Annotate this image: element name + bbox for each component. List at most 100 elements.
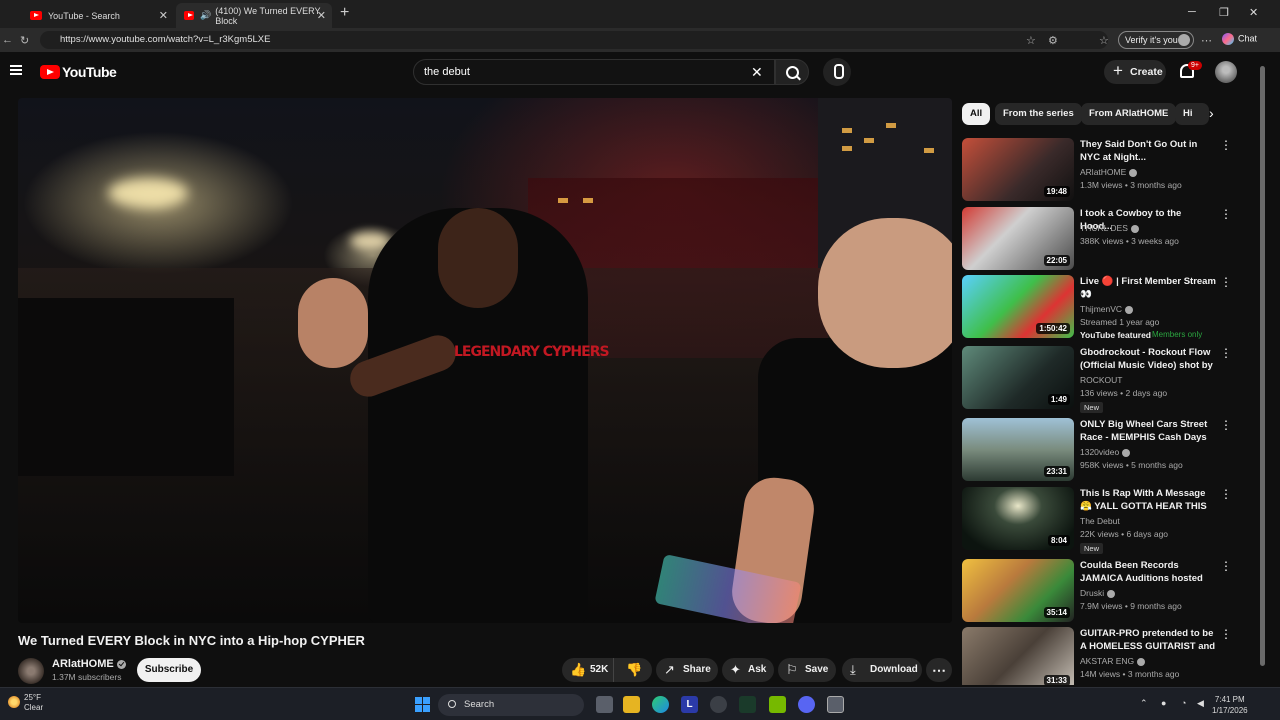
save-button[interactable]: ⚐ Save	[778, 658, 836, 682]
task-view-icon[interactable]	[596, 696, 613, 713]
recommendation-item[interactable]: 35:14 Coulda Been Records JAMAICA Auditi…	[962, 559, 1242, 627]
recommendation-item[interactable]: 1:50:42 Live 🔴 | First Member Stream 👀 T…	[962, 275, 1242, 343]
chevron-right-icon[interactable]: ›	[1209, 105, 1214, 121]
recommendation-title[interactable]: GUITAR-PRO pretended to be A HOMELESS GU…	[1080, 627, 1216, 653]
youtube-logo-icon[interactable]	[40, 65, 60, 79]
download-button[interactable]: ⤓ Download	[842, 658, 922, 682]
minimize-icon[interactable]: ─	[1188, 6, 1196, 18]
discord-icon[interactable]	[798, 696, 815, 713]
recommendation-item[interactable]: 23:31 ONLY Big Wheel Cars Street Race - …	[962, 418, 1242, 486]
new-tab-icon[interactable]: +	[340, 4, 349, 22]
recommendation-title[interactable]: This Is Rap With A Message 😤 YALL GOTTA …	[1080, 487, 1216, 513]
close-tab-icon[interactable]: ✕	[317, 9, 326, 22]
recommendation-channel[interactable]: The Debut	[1080, 516, 1120, 526]
weather-widget[interactable]: 25°F Clear	[8, 693, 43, 713]
share-button[interactable]: ↗ Share	[656, 658, 718, 682]
browser-tab-video[interactable]: 🔊 (4100) We Turned EVERY Block ✕	[176, 3, 332, 28]
terminal-icon[interactable]	[739, 696, 756, 713]
channel-name[interactable]: ARlatHOME	[52, 658, 126, 670]
search-button[interactable]	[775, 59, 809, 85]
channel-text[interactable]: AKSTAR ENG	[1080, 656, 1134, 666]
volume-icon[interactable]: ◀	[1197, 698, 1204, 709]
extensions-icon[interactable]: ⚙	[1048, 34, 1058, 47]
more-options-icon[interactable]: ⋮	[1220, 487, 1232, 501]
windows-start-icon[interactable]	[415, 697, 430, 712]
video-thumbnail[interactable]: 23:31	[962, 418, 1074, 481]
video-thumbnail[interactable]: 8:04	[962, 487, 1074, 550]
taskbar-search[interactable]: Search	[438, 694, 584, 716]
more-options-icon[interactable]: ⋮	[1220, 207, 1232, 221]
recommendation-title[interactable]: Live 🔴 | First Member Stream 👀	[1080, 275, 1216, 301]
recommendation-item[interactable]: 8:04 This Is Rap With A Message 😤 YALL G…	[962, 487, 1242, 555]
chip-from-channel[interactable]: From ARlatHOME	[1081, 103, 1177, 125]
recommendation-title[interactable]: ONLY Big Wheel Cars Street Race - MEMPHI…	[1080, 418, 1216, 444]
channel-avatar[interactable]	[18, 658, 44, 684]
browser-tab-youtube-search[interactable]: YouTube - Search ✕	[22, 3, 174, 28]
show-hidden-icons-icon[interactable]: ⌃	[1140, 698, 1148, 709]
video-thumbnail[interactable]: 31:33	[962, 627, 1074, 685]
favorite-star-icon[interactable]: ☆	[1026, 34, 1036, 47]
search-input[interactable]: the debut	[413, 59, 775, 85]
close-window-icon[interactable]: ✕	[1249, 6, 1258, 19]
like-button[interactable]: 👍 52K	[562, 658, 614, 682]
recommendation-item[interactable]: 1:49 Gbodrockout - Rockout Flow (Officia…	[962, 346, 1242, 414]
subscribe-button[interactable]: Subscribe	[137, 658, 201, 682]
wifi-icon[interactable]: ◔	[1181, 698, 1186, 708]
audio-playing-icon[interactable]: 🔊	[200, 10, 211, 21]
microphone-tray-icon[interactable]: ●	[1161, 698, 1166, 708]
video-thumbnail[interactable]: 1:49	[962, 346, 1074, 409]
clear-search-icon[interactable]: ✕	[751, 64, 763, 81]
app-l-icon[interactable]: L	[681, 696, 698, 713]
file-explorer-icon[interactable]	[623, 696, 640, 713]
more-options-icon[interactable]: ⋮	[1220, 346, 1232, 360]
video-thumbnail[interactable]: 22:05	[962, 207, 1074, 270]
video-thumbnail[interactable]: 1:50:42	[962, 275, 1074, 338]
edge-browser-icon[interactable]	[652, 696, 669, 713]
recommendation-item[interactable]: 19:48 They Said Don't Go Out in NYC at N…	[962, 138, 1242, 206]
create-button[interactable]: Create	[1104, 59, 1166, 84]
more-options-icon[interactable]: ⋯	[1201, 34, 1212, 47]
recommendation-title[interactable]: Gbodrockout - Rockout Flow (Official Mus…	[1080, 346, 1216, 372]
copilot-chat-button[interactable]: Chat	[1222, 33, 1257, 45]
recommendation-title[interactable]: Coulda Been Records JAMAICA Auditions ho…	[1080, 559, 1216, 585]
video-player[interactable]: LEGENDARY CYPHERS	[18, 98, 952, 623]
channel-text[interactable]: THURL DES	[1080, 223, 1128, 233]
close-tab-icon[interactable]: ✕	[159, 9, 168, 22]
account-avatar[interactable]	[1215, 61, 1237, 83]
recommendation-title[interactable]: They Said Don't Go Out in NYC at Night..…	[1080, 138, 1216, 164]
voice-search-icon[interactable]	[823, 58, 851, 86]
chip-all[interactable]: All	[962, 103, 991, 125]
recommendation-item[interactable]: 31:33 GUITAR-PRO pretended to be A HOMEL…	[962, 627, 1242, 685]
more-options-icon[interactable]: ⋮	[1220, 275, 1232, 289]
channel-text[interactable]: Druski	[1080, 588, 1104, 598]
more-options-icon[interactable]: ⋮	[1220, 559, 1232, 573]
channel-name-text[interactable]: ARlatHOME	[52, 658, 114, 670]
recommendation-channel[interactable]: ROCKOUT	[1080, 375, 1123, 385]
dislike-button[interactable]: 👎	[616, 658, 652, 682]
url-field[interactable]: https://www.youtube.com/watch?v=L_r3Kgm5…	[40, 31, 1108, 49]
video-thumbnail[interactable]: 19:48	[962, 138, 1074, 201]
taskbar-clock[interactable]: 7:41 PM 1/17/2026	[1212, 694, 1248, 716]
page-scrollbar-thumb[interactable]	[1260, 66, 1265, 666]
maximize-icon[interactable]: ❐	[1219, 6, 1229, 19]
more-options-icon[interactable]: ⋮	[1220, 418, 1232, 432]
obs-icon[interactable]	[827, 696, 844, 713]
steam-icon[interactable]	[710, 696, 727, 713]
back-icon[interactable]: ←	[2, 34, 13, 46]
verify-profile-button[interactable]: Verify it's you	[1118, 31, 1194, 49]
more-actions-icon[interactable]: ⋯	[926, 658, 952, 682]
recommendation-item[interactable]: 22:05 I took a Cowboy to the Hood... THU…	[962, 207, 1242, 275]
chip-partial[interactable]: Hi	[1175, 103, 1209, 125]
channel-text[interactable]: ARlatHOME	[1080, 167, 1126, 177]
more-options-icon[interactable]: ⋮	[1220, 627, 1232, 641]
nvidia-icon[interactable]	[769, 696, 786, 713]
chip-from-series[interactable]: From the series	[995, 103, 1082, 125]
channel-text[interactable]: ThijmenVC	[1080, 304, 1122, 314]
hamburger-menu-icon[interactable]	[10, 65, 22, 75]
favorites-icon[interactable]: ☆	[1099, 34, 1109, 47]
youtube-logo-text[interactable]: YouTube	[62, 64, 117, 80]
ask-button[interactable]: ✦ Ask	[722, 658, 774, 682]
reload-icon[interactable]: ↻	[20, 34, 29, 47]
more-options-icon[interactable]: ⋮	[1220, 138, 1232, 152]
video-thumbnail[interactable]: 35:14	[962, 559, 1074, 622]
